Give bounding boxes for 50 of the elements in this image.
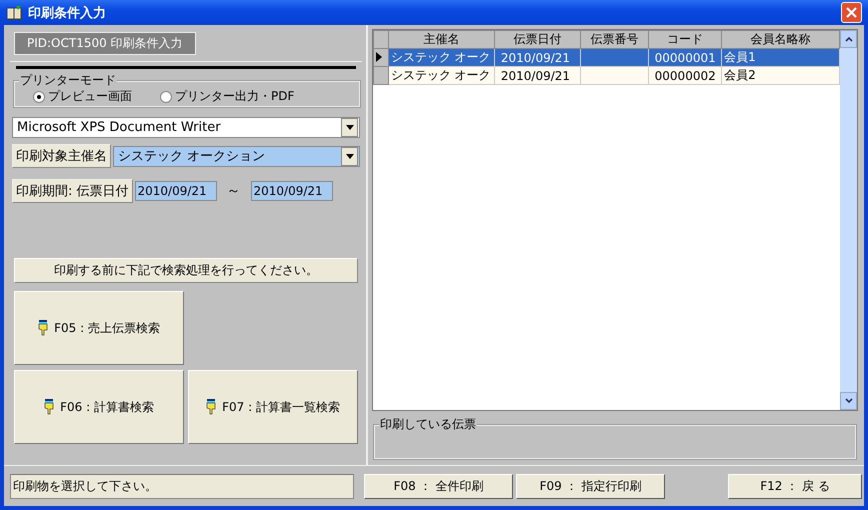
book-icon <box>6 4 22 20</box>
field-label: 印刷期間: 伝票日付 <box>12 179 133 203</box>
action-button[interactable]: F12 ： 戻 る <box>728 474 862 498</box>
screen-id-label: PID:OCT1500 印刷条件入力 <box>14 32 196 54</box>
column-header[interactable]: 会員名略称 <box>722 30 840 48</box>
organizer-dropdown[interactable]: システック オークション <box>113 146 360 166</box>
table-cell <box>580 66 649 84</box>
scroll-down-button[interactable] <box>840 392 857 410</box>
table-row[interactable]: システック オーク 2010/09/21 00000001 会員1 <box>374 48 840 66</box>
table-cell: 2010/09/21 <box>494 48 580 66</box>
notice-label: 印刷する前に下記で検索処理を行ってください。 <box>14 258 358 283</box>
search-button[interactable]: F05 : 売上伝票検索 <box>14 291 184 365</box>
column-header[interactable]: 伝票日付 <box>494 30 580 48</box>
search-button[interactable]: F07 : 計算書一覧検索 <box>188 370 358 444</box>
table-cell: 会員1 <box>722 48 840 66</box>
table-cell: 00000001 <box>648 48 722 66</box>
table-row[interactable]: システック オーク 2010/09/21 00000002 会員2 <box>374 66 840 84</box>
status-message: 印刷物を選択して下さい。 <box>10 474 354 498</box>
row-pointer-icon <box>376 52 382 62</box>
table-cell: 2010/09/21 <box>494 66 580 84</box>
pointing-hand-icon <box>44 399 54 415</box>
table-cell: システック オーク <box>388 48 494 66</box>
chevron-down-icon <box>844 398 852 404</box>
column-header[interactable]: コード <box>648 30 722 48</box>
pointing-hand-icon <box>206 399 216 415</box>
table-cell: 00000002 <box>648 66 722 84</box>
printer-dropdown[interactable]: Microsoft XPS Document Writer <box>12 117 360 138</box>
range-separator: ～ <box>226 182 242 200</box>
column-header[interactable]: 伝票番号 <box>580 30 649 48</box>
date-field[interactable]: 2010/09/21 <box>134 181 217 201</box>
table-cell: 会員2 <box>722 66 840 84</box>
action-button[interactable]: F08 ： 全件印刷 <box>364 474 513 498</box>
search-button[interactable]: F06 : 計算書検索 <box>14 370 184 444</box>
action-button[interactable]: F09 ： 指定行印刷 <box>516 474 665 498</box>
field-label: 印刷対象主催名 <box>12 144 111 168</box>
window-title: 印刷条件入力 <box>28 4 107 22</box>
close-button[interactable] <box>841 2 862 23</box>
scrollbar[interactable] <box>840 30 857 410</box>
group-label: プリンターモード <box>19 74 117 87</box>
table-cell: システック オーク <box>388 66 494 84</box>
date-field[interactable]: 2010/09/21 <box>250 181 333 201</box>
radio-option[interactable]: プレビュー画面 <box>33 88 132 105</box>
pointing-hand-icon <box>38 320 48 336</box>
chevron-up-icon <box>844 36 852 42</box>
column-header[interactable]: 主催名 <box>388 30 494 48</box>
group-label: 印刷している伝票 <box>379 418 477 431</box>
close-icon <box>846 7 857 18</box>
radio-option[interactable]: プリンター出力・PDF <box>160 88 294 105</box>
scroll-up-button[interactable] <box>840 30 857 48</box>
table-cell <box>580 48 649 66</box>
